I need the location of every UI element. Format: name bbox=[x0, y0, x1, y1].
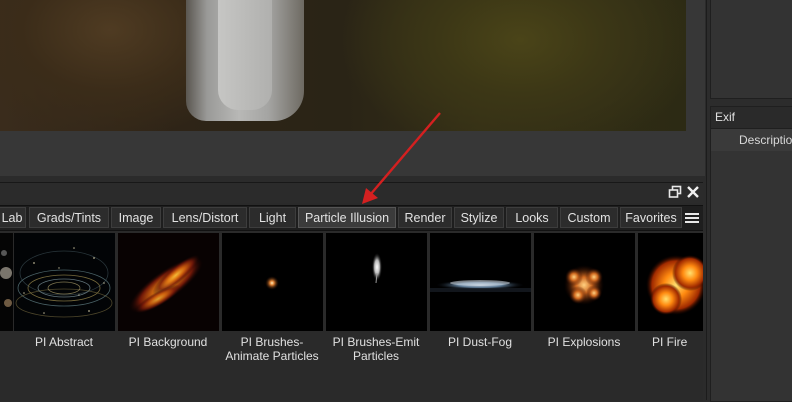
preset-thumb-pi-explosions[interactable] bbox=[534, 233, 635, 331]
tab-image[interactable]: Image bbox=[111, 207, 161, 228]
tab-looks[interactable]: Looks bbox=[506, 207, 558, 228]
preset-thumb-pi-abstract[interactable] bbox=[14, 233, 115, 331]
preset-thumb-pi-background[interactable] bbox=[118, 233, 219, 331]
tab-light[interactable]: Light bbox=[249, 207, 296, 228]
browser-titlebar bbox=[0, 183, 703, 203]
preset-label-pi-fire: PI Fire bbox=[652, 335, 688, 349]
tab-stylize[interactable]: Stylize bbox=[454, 207, 504, 228]
preset-label-pi-dust-fog: PI Dust-Fog bbox=[447, 335, 513, 349]
restore-icon[interactable] bbox=[668, 185, 682, 199]
exif-header[interactable]: Exif bbox=[711, 107, 792, 129]
right-panel: Exif Description bbox=[706, 0, 792, 402]
tab-particle-illusion[interactable]: Particle Illusion bbox=[298, 207, 396, 228]
preview-photo bbox=[0, 0, 686, 131]
preset-thumbnails: PI Abstract PI Background PI Brushes- An… bbox=[0, 231, 703, 401]
preset-thumb-pi-fire[interactable] bbox=[638, 233, 703, 331]
exif-panel: Exif Description bbox=[710, 106, 792, 402]
preset-label-pi-brushes-emit: PI Brushes-Emit Particles bbox=[332, 335, 420, 363]
tab-custom[interactable]: Custom bbox=[560, 207, 618, 228]
image-viewer bbox=[0, 0, 705, 176]
info-panel bbox=[710, 0, 792, 99]
preset-thumb-partial[interactable] bbox=[0, 233, 13, 331]
close-icon[interactable] bbox=[686, 185, 700, 199]
preset-label-pi-background: PI Background bbox=[128, 335, 208, 349]
category-tabs: Lab Grads/Tints Image Lens/Distort Light… bbox=[0, 205, 703, 231]
tab-lab[interactable]: Lab bbox=[0, 207, 26, 228]
preset-thumb-pi-dust-fog[interactable] bbox=[430, 233, 531, 331]
preset-label-pi-brushes-animate: PI Brushes- Animate Particles bbox=[225, 335, 319, 363]
exif-row-description[interactable]: Description bbox=[711, 129, 792, 151]
filter-browser: Lab Grads/Tints Image Lens/Distort Light… bbox=[0, 182, 703, 401]
tab-render[interactable]: Render bbox=[398, 207, 452, 228]
preset-thumb-pi-brushes-animate[interactable] bbox=[222, 233, 323, 331]
tab-grads-tints[interactable]: Grads/Tints bbox=[29, 207, 109, 228]
preset-label-pi-abstract: PI Abstract bbox=[34, 335, 94, 349]
tab-favorites[interactable]: Favorites bbox=[620, 207, 682, 228]
preset-label-pi-explosions: PI Explosions bbox=[547, 335, 621, 349]
preset-thumb-pi-brushes-emit[interactable] bbox=[326, 233, 427, 331]
tab-lens-distort[interactable]: Lens/Distort bbox=[163, 207, 247, 228]
hamburger-menu-icon[interactable] bbox=[684, 209, 700, 227]
